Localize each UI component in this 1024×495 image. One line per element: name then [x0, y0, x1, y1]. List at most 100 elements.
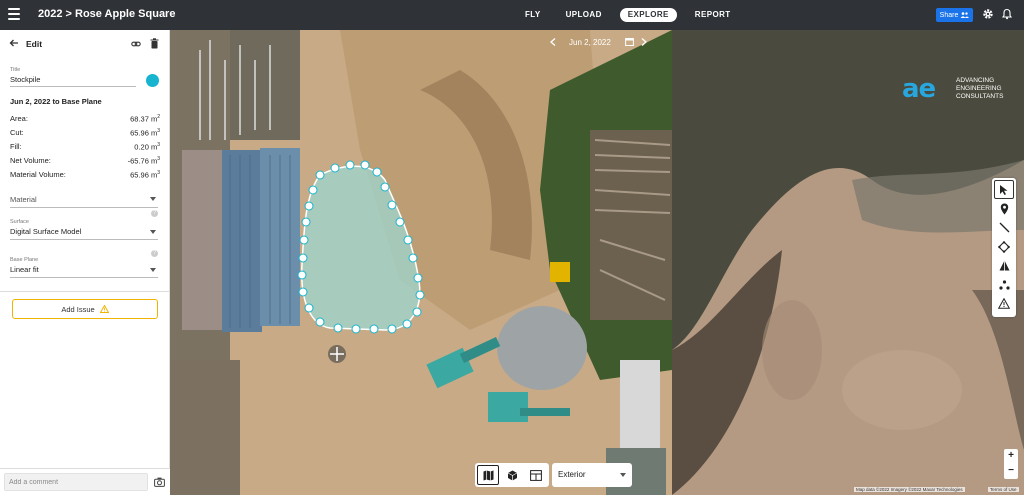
- trash-icon[interactable]: [150, 38, 159, 49]
- title-field-underline: [10, 86, 136, 87]
- volume-tool[interactable]: [994, 256, 1014, 275]
- nav-fly[interactable]: FLY: [525, 8, 541, 22]
- stat-row-cut: Cut: 65.96 m3: [10, 128, 160, 142]
- stat-unit-exponent: 2: [157, 114, 160, 120]
- surface-label: Surface: [10, 219, 29, 225]
- calendar-icon[interactable]: [625, 37, 634, 46]
- share-label: Share: [939, 11, 959, 19]
- chevron-down-icon: [150, 230, 156, 234]
- menu-icon[interactable]: [8, 8, 20, 20]
- top-bar: 2022 > Rose Apple Square FLY UPLOAD EXPL…: [0, 0, 1024, 30]
- surface-select[interactable]: Surface Digital Surface Model: [10, 219, 158, 240]
- stat-value: -65.76 m: [127, 156, 158, 166]
- stat-label: Area:: [10, 114, 28, 123]
- surface-select-value: Digital Surface Model: [10, 227, 82, 236]
- marker-tool[interactable]: [994, 199, 1014, 218]
- points-tool[interactable]: [994, 275, 1014, 294]
- pointer-icon: [1000, 184, 1008, 195]
- measurement-stats: Area: 68.37 m2 Cut: 65.96 m3 Fill: 0.20 …: [10, 114, 160, 184]
- chevron-right-icon[interactable]: [641, 38, 647, 46]
- panel-header: Edit: [0, 30, 170, 57]
- stat-unit-exponent: 3: [157, 170, 160, 176]
- chevron-left-icon[interactable]: [550, 38, 556, 46]
- zoom-control: + −: [1004, 449, 1018, 479]
- nav-explore[interactable]: EXPLORE: [619, 8, 677, 22]
- stat-value: 65.96 m: [130, 170, 158, 180]
- terms-link[interactable]: Terms of Use: [988, 487, 1019, 492]
- split-view-button[interactable]: [525, 465, 547, 485]
- color-picker[interactable]: [146, 74, 159, 87]
- gear-icon[interactable]: [982, 8, 994, 20]
- measurement-toolbar: [992, 178, 1016, 317]
- 3d-cube-icon: [507, 470, 517, 480]
- help-icon[interactable]: ?: [151, 210, 158, 217]
- site-imagery: [170, 30, 672, 495]
- nav-report[interactable]: REPORT: [695, 8, 731, 22]
- add-issue-button[interactable]: Add Issue: [12, 299, 158, 319]
- points-icon: [998, 279, 1010, 290]
- base-plane-select-value: Linear fit: [10, 265, 39, 274]
- stat-unit-exponent: 3: [157, 142, 160, 148]
- logo-text: ADVANCING ENGINEERING CONSULTANTS: [956, 77, 1004, 100]
- map-attribution: Map data ©2022 Imagery ©2022 Maxar Techn…: [854, 487, 965, 492]
- back-arrow-icon[interactable]: [9, 38, 19, 48]
- panel-title: Edit: [26, 39, 43, 49]
- chevron-down-icon: [150, 268, 156, 272]
- 3d-view-button[interactable]: [501, 465, 523, 485]
- stat-row-area: Area: 68.37 m2: [10, 114, 160, 128]
- chevron-down-icon: [150, 197, 156, 201]
- camera-icon[interactable]: [154, 477, 165, 487]
- view-mode-switch: [475, 463, 549, 487]
- warning-icon: [998, 298, 1010, 309]
- chevron-down-icon: [620, 473, 626, 477]
- comment-input[interactable]: [4, 473, 148, 491]
- zoom-in-button[interactable]: +: [1004, 449, 1018, 464]
- divider: [0, 291, 170, 292]
- line-icon: [999, 222, 1009, 233]
- stat-value: 68.37 m: [130, 114, 158, 124]
- area-tool[interactable]: [994, 237, 1014, 256]
- share-button[interactable]: Share: [936, 8, 973, 22]
- stat-unit-exponent: 3: [157, 156, 160, 162]
- help-icon[interactable]: ?: [151, 250, 158, 257]
- link-icon[interactable]: [131, 39, 141, 49]
- line-tool[interactable]: [994, 218, 1014, 237]
- project-breadcrumb[interactable]: 2022 > Rose Apple Square: [38, 8, 175, 20]
- nav-upload[interactable]: UPLOAD: [566, 8, 602, 22]
- current-date[interactable]: Jun 2, 2022: [569, 38, 611, 47]
- stat-unit-exponent: 3: [157, 128, 160, 134]
- map-2d-button[interactable]: [477, 465, 499, 485]
- pointer-tool[interactable]: [994, 180, 1014, 199]
- map-2d-icon: [483, 470, 493, 480]
- stat-row-net-volume: Net Volume: -65.76 m3: [10, 156, 160, 170]
- company-logo: ae ADVANCING ENGINEERING CONSULTANTS: [902, 75, 1014, 105]
- stat-label: Material Volume:: [10, 170, 66, 179]
- base-plane-label: Base Plane: [10, 257, 39, 263]
- issue-tool[interactable]: [994, 294, 1014, 313]
- edit-panel: Edit Title Stockpile Jun 2, 2022 to Base…: [0, 30, 170, 495]
- zoom-out-button[interactable]: −: [1004, 464, 1018, 479]
- stat-row-material-volume: Material Volume: 65.96 m3: [10, 170, 160, 184]
- add-issue-label: Add Issue: [61, 304, 95, 314]
- warning-icon: [99, 305, 109, 313]
- stat-label: Fill:: [10, 142, 22, 151]
- layer-select-value: Exterior: [558, 470, 586, 479]
- split-view-icon: [530, 469, 542, 481]
- layer-select[interactable]: Exterior: [552, 463, 632, 487]
- stat-label: Net Volume:: [10, 156, 51, 165]
- bell-icon[interactable]: [1001, 8, 1013, 20]
- stat-value: 0.20 m: [134, 142, 158, 152]
- area-icon: [998, 240, 1010, 253]
- logo-mark: ae: [902, 74, 936, 104]
- stat-value: 65.96 m: [130, 128, 158, 138]
- stat-row-fill: Fill: 0.20 m3: [10, 142, 160, 156]
- share-people-icon: [960, 12, 970, 18]
- measurement-date-range: Jun 2, 2022 to Base Plane: [10, 97, 102, 106]
- drone-map-view[interactable]: [170, 30, 672, 495]
- date-selector: Jun 2, 2022: [540, 34, 652, 50]
- title-field[interactable]: Stockpile: [10, 75, 40, 84]
- base-plane-select[interactable]: Base Plane Linear fit: [10, 257, 158, 278]
- marker-pin-icon: [1000, 203, 1008, 214]
- main-nav: FLY UPLOAD EXPLORE REPORT: [525, 8, 756, 22]
- material-select[interactable]: Material: [10, 193, 158, 208]
